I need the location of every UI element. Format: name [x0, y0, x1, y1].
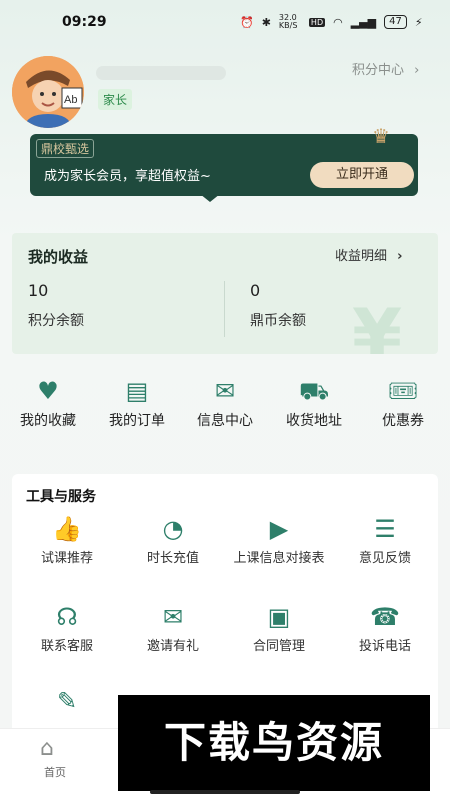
- status-bar: 09:29 ⏰ ✱ 32.0 KB/S HD ◠ ▂▄▆ 47 ⚡: [0, 0, 450, 44]
- wifi-icon: ◠: [333, 15, 343, 29]
- quick-messages[interactable]: ✉ 信息中心: [180, 378, 270, 430]
- nickname-blurred: [96, 66, 226, 80]
- avatar-illustration: Ab: [12, 56, 84, 128]
- quick-coupons[interactable]: 🎟 优惠券: [358, 378, 448, 430]
- quick-label: 我的收藏: [20, 413, 76, 429]
- tool-complaint-phone[interactable]: ☎ 投诉电话: [332, 602, 438, 655]
- points-center-label: 积分中心: [352, 63, 405, 78]
- video-screen-icon: ▶: [269, 515, 289, 543]
- tool-contract[interactable]: ▣ 合同管理: [226, 602, 332, 655]
- 5g-signal-icon: ▂▄▆: [350, 15, 377, 29]
- watermark: 下载鸟资源: [118, 695, 430, 791]
- tool-contact-service[interactable]: ☊ 联系客服: [14, 602, 120, 655]
- earnings-card: ¥ 我的收益 收益明细 › 10 积分余额 0 鼎币余额: [12, 233, 438, 354]
- alarm-icon: ⏰: [240, 15, 254, 29]
- order-icon: ▤: [125, 377, 149, 405]
- chevron-right-icon: ›: [397, 249, 403, 264]
- quick-actions: ♥ 我的收藏 ▤ 我的订单 ✉ 信息中心 ⛟ 收货地址 🎟 优惠券: [0, 378, 450, 438]
- points-center-link[interactable]: 积分中心 ›: [352, 59, 419, 78]
- network-speed: 32.0 KB/S: [278, 13, 298, 30]
- hd-icon: HD: [308, 17, 326, 27]
- home-icon[interactable]: ⌂: [40, 736, 54, 761]
- invite-envelope-icon: ✉: [162, 603, 184, 631]
- yen-background-icon: ¥: [352, 293, 403, 354]
- tool-invite[interactable]: ✉ 邀请有礼: [120, 602, 226, 655]
- open-membership-button[interactable]: 立即开通: [310, 162, 414, 188]
- heart-icon: ♥: [37, 377, 59, 405]
- headset-icon: ☊: [56, 603, 78, 631]
- tool-label: 合同管理: [252, 639, 305, 654]
- earnings-divider: [224, 281, 225, 337]
- earnings-detail-label: 收益明细: [335, 249, 388, 264]
- quick-address[interactable]: ⛟ 收货地址: [269, 378, 359, 430]
- home-indicator[interactable]: [150, 790, 300, 794]
- coins-balance-value[interactable]: 0: [250, 281, 260, 300]
- earnings-title: 我的收益: [28, 248, 89, 266]
- charging-icon: ⚡: [414, 15, 423, 29]
- quick-label: 收货地址: [286, 413, 342, 429]
- phone-icon: ☎: [370, 603, 400, 631]
- vip-slogan: 成为家长会员，享超值权益~: [44, 169, 211, 184]
- mail-icon: ✉: [214, 377, 236, 405]
- points-balance-label: 积分余额: [28, 313, 84, 329]
- tool-label: 上课信息对接表: [233, 551, 325, 566]
- coins-balance-label: 鼎币余额: [250, 313, 306, 329]
- vip-banner-pointer: [200, 194, 220, 202]
- quick-orders[interactable]: ▤ 我的订单: [92, 378, 182, 430]
- quick-favorites[interactable]: ♥ 我的收藏: [3, 378, 93, 430]
- status-icons: ⏰ ✱ 32.0 KB/S HD ◠ ▂▄▆ 47 ⚡: [240, 14, 423, 30]
- feedback-icon: ☰: [374, 515, 396, 543]
- quick-label: 我的订单: [109, 413, 165, 429]
- clock-icon: ◔: [162, 515, 184, 543]
- edit-document-icon: ✎: [56, 687, 78, 715]
- crown-icon: ♛: [372, 124, 390, 148]
- thumbs-up-icon: 👍: [52, 515, 82, 543]
- svg-text:Ab: Ab: [64, 94, 77, 106]
- points-balance-value[interactable]: 10: [28, 281, 48, 300]
- tool-edit-document[interactable]: ✎: [14, 686, 120, 722]
- tool-label: 邀请有礼: [146, 639, 199, 654]
- quick-label: 优惠券: [382, 413, 424, 429]
- contract-icon: ▣: [267, 603, 291, 631]
- tool-time-recharge[interactable]: ◔ 时长充值: [120, 514, 226, 567]
- tool-label: 试课推荐: [40, 551, 93, 566]
- vip-banner[interactable]: 鼎校甄选 成为家长会员，享超值权益~ 立即开通: [30, 134, 418, 196]
- vip-brand: 鼎校甄选: [36, 139, 95, 158]
- role-badge: 家长: [98, 89, 133, 110]
- tool-label: 联系客服: [40, 639, 93, 654]
- earnings-detail-link[interactable]: 收益明细 ›: [335, 245, 403, 264]
- tool-class-info[interactable]: ▶ 上课信息对接表: [226, 514, 332, 567]
- chevron-right-icon: ›: [414, 63, 420, 78]
- truck-icon: ⛟: [299, 377, 330, 405]
- tool-feedback[interactable]: ☰ 意见反馈: [332, 514, 438, 567]
- tab-home[interactable]: 首页: [44, 764, 66, 780]
- avatar[interactable]: Ab: [12, 56, 84, 128]
- status-time: 09:29: [62, 14, 107, 30]
- battery-icon: 47: [384, 15, 407, 29]
- coupon-icon: 🎟: [388, 377, 419, 405]
- tool-label: 意见反馈: [358, 551, 411, 566]
- tool-trial-recommend[interactable]: 👍 试课推荐: [14, 514, 120, 567]
- tool-label: 投诉电话: [358, 639, 411, 654]
- tool-label: 时长充值: [146, 551, 199, 566]
- tools-title: 工具与服务: [26, 489, 96, 505]
- bluetooth-icon: ✱: [261, 15, 271, 29]
- quick-label: 信息中心: [197, 413, 253, 429]
